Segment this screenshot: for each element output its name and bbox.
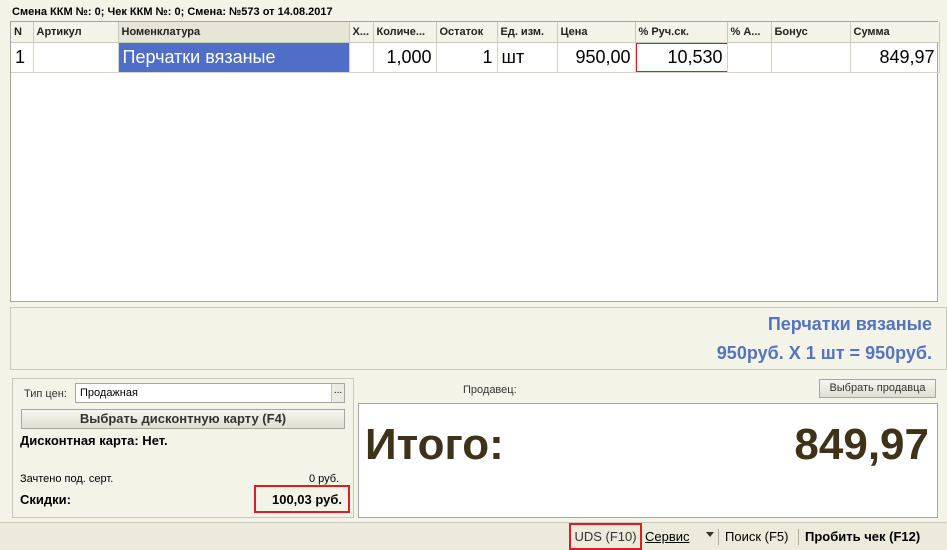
uds-button[interactable]: UDS (F10) [569,523,642,550]
col-header-stock[interactable]: Остаток [436,22,498,43]
col-header-price[interactable]: Цена [557,22,636,43]
item-info-panel: Перчатки вязаные 950руб. X 1 шт = 950руб… [10,307,947,370]
toolbar-separator [798,529,799,545]
col-header-quantity[interactable]: Количе... [373,22,437,43]
shift-info: Смена ККМ №: 0; Чек ККМ №: 0; Смена: №57… [12,6,333,18]
cell-unit[interactable]: шт [497,42,558,73]
price-type-label: Тип цен: [24,388,67,400]
info-item-name: Перчатки вязаные [767,314,932,334]
col-header-bonus[interactable]: Бонус [771,22,851,43]
total-value: 849,97 [794,420,929,469]
cert-label: Зачтено под. серт. [20,473,114,485]
cell-manual-discount[interactable]: 10,530 [635,42,728,73]
col-header-sum[interactable]: Сумма [850,22,940,43]
info-calc-line: 950руб. X 1 шт = 950руб. [716,343,932,363]
cell-n[interactable]: 1 [11,42,34,73]
cell-stock[interactable]: 1 [436,42,498,73]
discount-panel: Тип цен: Продажная ... Выбрать дисконтну… [12,378,354,518]
cell-quantity[interactable]: 1,000 [373,42,437,73]
col-header-unit[interactable]: Ед. изм. [497,22,558,43]
cell-nomenclature[interactable]: Перчатки вязаные [118,42,350,73]
cell-article[interactable] [33,42,119,73]
print-check-button[interactable]: Пробить чек (F12) [805,523,920,550]
seller-label: Продавец: [463,384,517,396]
col-header-n[interactable]: N [11,22,34,43]
cell-auto-discount[interactable] [727,42,772,73]
discount-card-status: Дисконтная карта: Нет. [20,433,168,448]
chevron-down-icon[interactable] [706,532,714,537]
total-label: Итого: [365,420,504,469]
select-seller-button[interactable]: Выбрать продавца [819,379,936,398]
price-type-select-button[interactable]: ... [331,384,344,402]
toolbar-separator [718,529,719,545]
col-header-x[interactable]: Х... [349,22,374,43]
price-type-field[interactable]: Продажная [75,383,345,403]
col-header-nomenclature[interactable]: Номенклатура [118,22,350,43]
bottom-toolbar: UDS (F10) Сервис Поиск (F5) Пробить чек … [0,522,947,550]
cell-price[interactable]: 950,00 [557,42,636,73]
search-button[interactable]: Поиск (F5) [725,523,788,550]
cell-x[interactable] [349,42,374,73]
service-menu-button[interactable]: Сервис [645,523,690,550]
table-header: N Артикул Номенклатура Х... Количе... Ос… [11,22,940,43]
discounts-label: Скидки: [20,492,71,507]
col-header-auto-discount[interactable]: % А... [727,22,772,43]
col-header-manual-discount[interactable]: % Руч.ск. [635,22,728,43]
cell-sum[interactable]: 849,97 [850,42,940,73]
cell-bonus[interactable] [771,42,851,73]
select-discount-card-button[interactable]: Выбрать дисконтную карту (F4) [21,409,345,429]
col-header-article[interactable]: Артикул [33,22,119,43]
discounts-value: 100,03 руб. [254,485,350,513]
total-panel: Итого: 849,97 [358,403,938,518]
cert-value: 0 руб. [309,473,340,485]
table-row[interactable]: 1 Перчатки вязаные 1,000 1 шт 950,00 10,… [11,42,940,73]
receipt-table[interactable]: N Артикул Номенклатура Х... Количе... Ос… [10,21,940,302]
